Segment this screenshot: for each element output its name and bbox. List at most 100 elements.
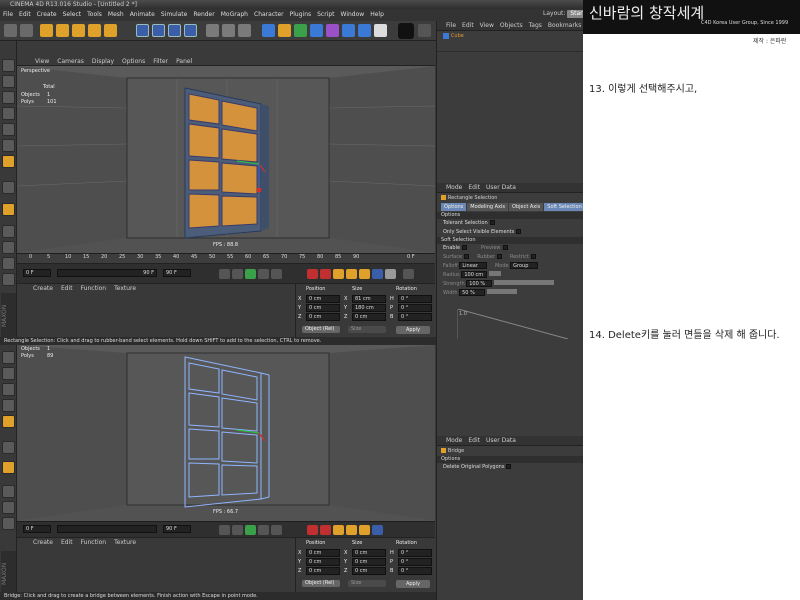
- pen-icon[interactable]: [278, 24, 291, 37]
- snap-icon-2[interactable]: [2, 501, 15, 514]
- menu-help[interactable]: Help: [367, 9, 387, 21]
- key-pla-icon[interactable]: [385, 269, 396, 279]
- end-frame-field[interactable]: 90 F: [163, 269, 191, 277]
- rotate-icon[interactable]: [88, 24, 101, 37]
- vp-menu-display[interactable]: Display: [88, 58, 118, 65]
- pos-y-field[interactable]: 0 cm: [306, 303, 340, 312]
- apply-button[interactable]: Apply: [396, 326, 430, 334]
- render-region-icon[interactable]: [222, 24, 235, 37]
- floor-icon[interactable]: [342, 24, 355, 37]
- mat-menu-texture[interactable]: Texture: [110, 285, 140, 292]
- menu-edit[interactable]: Edit: [16, 9, 34, 21]
- am-menu-mode[interactable]: Mode: [443, 184, 465, 191]
- coordinate-system-icon[interactable]: [184, 24, 197, 37]
- falloff-dropdown[interactable]: Linear: [459, 262, 488, 269]
- radius-slider[interactable]: [488, 271, 501, 276]
- rubber-checkbox[interactable]: [496, 254, 502, 259]
- preview-range-slider-2[interactable]: [57, 525, 157, 533]
- polygons-mode-icon[interactable]: [2, 155, 15, 168]
- mat-menu-create[interactable]: Create: [29, 285, 57, 292]
- move-icon[interactable]: [56, 24, 69, 37]
- size-x-field-2[interactable]: 0 cm: [352, 548, 386, 557]
- restrict-checkbox[interactable]: [531, 254, 537, 259]
- rot-p-field-2[interactable]: 0 °: [398, 557, 432, 566]
- size-mode-dropdown-2[interactable]: Size: [348, 580, 386, 587]
- key-rot-icon-2[interactable]: [359, 525, 370, 535]
- menu-mesh[interactable]: Mesh: [105, 9, 127, 21]
- am-menu-userdata-2[interactable]: User Data: [483, 437, 519, 444]
- layout-selector[interactable]: Layout: Start: [543, 10, 589, 20]
- next-key-icon[interactable]: [258, 269, 269, 279]
- magnet-icon-2[interactable]: [2, 461, 15, 474]
- mat-menu-edit[interactable]: Edit: [57, 285, 77, 292]
- om-menu-view[interactable]: View: [477, 22, 497, 29]
- make-editable-icon[interactable]: [2, 59, 15, 72]
- go-end-icon[interactable]: [271, 269, 282, 279]
- coord-mode-dropdown[interactable]: Object (Rel): [302, 326, 340, 333]
- go-end-icon-2[interactable]: [271, 525, 282, 535]
- menu-tools[interactable]: Tools: [84, 9, 105, 21]
- sculpt-s-icon[interactable]: [398, 23, 414, 39]
- menu-plugins[interactable]: Plugins: [287, 9, 315, 21]
- rot-b-field[interactable]: 0 °: [398, 312, 432, 321]
- play-icon-2[interactable]: [245, 525, 256, 535]
- am-menu-mode-2[interactable]: Mode: [443, 437, 465, 444]
- redo-icon[interactable]: [20, 24, 33, 37]
- y-axis-lock-icon[interactable]: [152, 24, 165, 37]
- snap-icon[interactable]: [2, 241, 15, 254]
- size-y-field-2[interactable]: 0 cm: [352, 557, 386, 566]
- key-pos-icon-2[interactable]: [333, 525, 344, 535]
- om-menu-objects[interactable]: Objects: [497, 22, 526, 29]
- tab-object-axis[interactable]: Object Axis: [509, 203, 544, 211]
- rot-h-field-2[interactable]: 0 °: [398, 548, 432, 557]
- light-icon[interactable]: [374, 24, 387, 37]
- make-editable-icon-2[interactable]: [2, 351, 15, 364]
- workplane-icon[interactable]: [2, 107, 15, 120]
- om-menu-tags[interactable]: Tags: [526, 22, 545, 29]
- workplane-icon-2[interactable]: [2, 399, 15, 412]
- camera-icon[interactable]: [358, 24, 371, 37]
- om-menu-file[interactable]: File: [443, 22, 459, 29]
- start-frame-field-2[interactable]: 0 F: [23, 525, 51, 533]
- strength-slider[interactable]: [493, 280, 554, 285]
- recent-tools-icon[interactable]: [104, 24, 117, 37]
- mat-menu-edit-2[interactable]: Edit: [57, 539, 77, 546]
- points-mode-icon[interactable]: [2, 123, 15, 136]
- vp-menu-options[interactable]: Options: [118, 58, 149, 65]
- menu-file[interactable]: File: [0, 9, 16, 21]
- pos-y-field-2[interactable]: 0 cm: [306, 557, 340, 566]
- menu-select[interactable]: Select: [60, 9, 85, 21]
- texture-mode-icon[interactable]: [2, 91, 15, 104]
- lock-workplane-icon-2[interactable]: [2, 517, 15, 530]
- subdivision-icon[interactable]: [294, 24, 307, 37]
- tab-modeling-axis[interactable]: Modeling Axis: [467, 203, 509, 211]
- prev-key-icon[interactable]: [232, 269, 243, 279]
- tab-options[interactable]: Options: [441, 203, 467, 211]
- axis-icon[interactable]: [2, 181, 15, 194]
- apply-button-2[interactable]: Apply: [396, 580, 430, 588]
- array-icon[interactable]: [310, 24, 323, 37]
- vp-menu-view[interactable]: View: [31, 58, 53, 65]
- menu-create[interactable]: Create: [34, 9, 60, 21]
- magnet-icon[interactable]: [2, 203, 15, 216]
- go-start-icon-2[interactable]: [219, 525, 230, 535]
- size-y-field[interactable]: 180 cm: [352, 303, 386, 312]
- coord-mode-dropdown-2[interactable]: Object (Rel): [302, 580, 340, 587]
- timeline-ruler[interactable]: 0 5 10 15 20 25 30 35 40 45 50 55 60 65 …: [17, 254, 435, 264]
- pos-z-field-2[interactable]: 0 cm: [306, 566, 340, 575]
- mat-menu-function[interactable]: Function: [77, 285, 111, 292]
- size-x-field[interactable]: 81 cm: [352, 294, 386, 303]
- only-visible-checkbox[interactable]: [516, 229, 522, 234]
- next-key-icon-2[interactable]: [258, 525, 269, 535]
- deformer-icon[interactable]: [326, 24, 339, 37]
- size-z-field-2[interactable]: 0 cm: [352, 566, 386, 575]
- am-menu-edit[interactable]: Edit: [465, 184, 483, 191]
- polygons-mode-icon-2[interactable]: [2, 415, 15, 428]
- record-icon-2[interactable]: [307, 525, 318, 535]
- rot-h-field[interactable]: 0 °: [398, 294, 432, 303]
- menu-character[interactable]: Character: [251, 9, 287, 21]
- render-settings-icon[interactable]: [238, 24, 251, 37]
- om-menu-bookmarks[interactable]: Bookmarks: [545, 22, 585, 29]
- object-row[interactable]: Cube: [437, 31, 583, 40]
- key-param-icon-2[interactable]: [372, 525, 383, 535]
